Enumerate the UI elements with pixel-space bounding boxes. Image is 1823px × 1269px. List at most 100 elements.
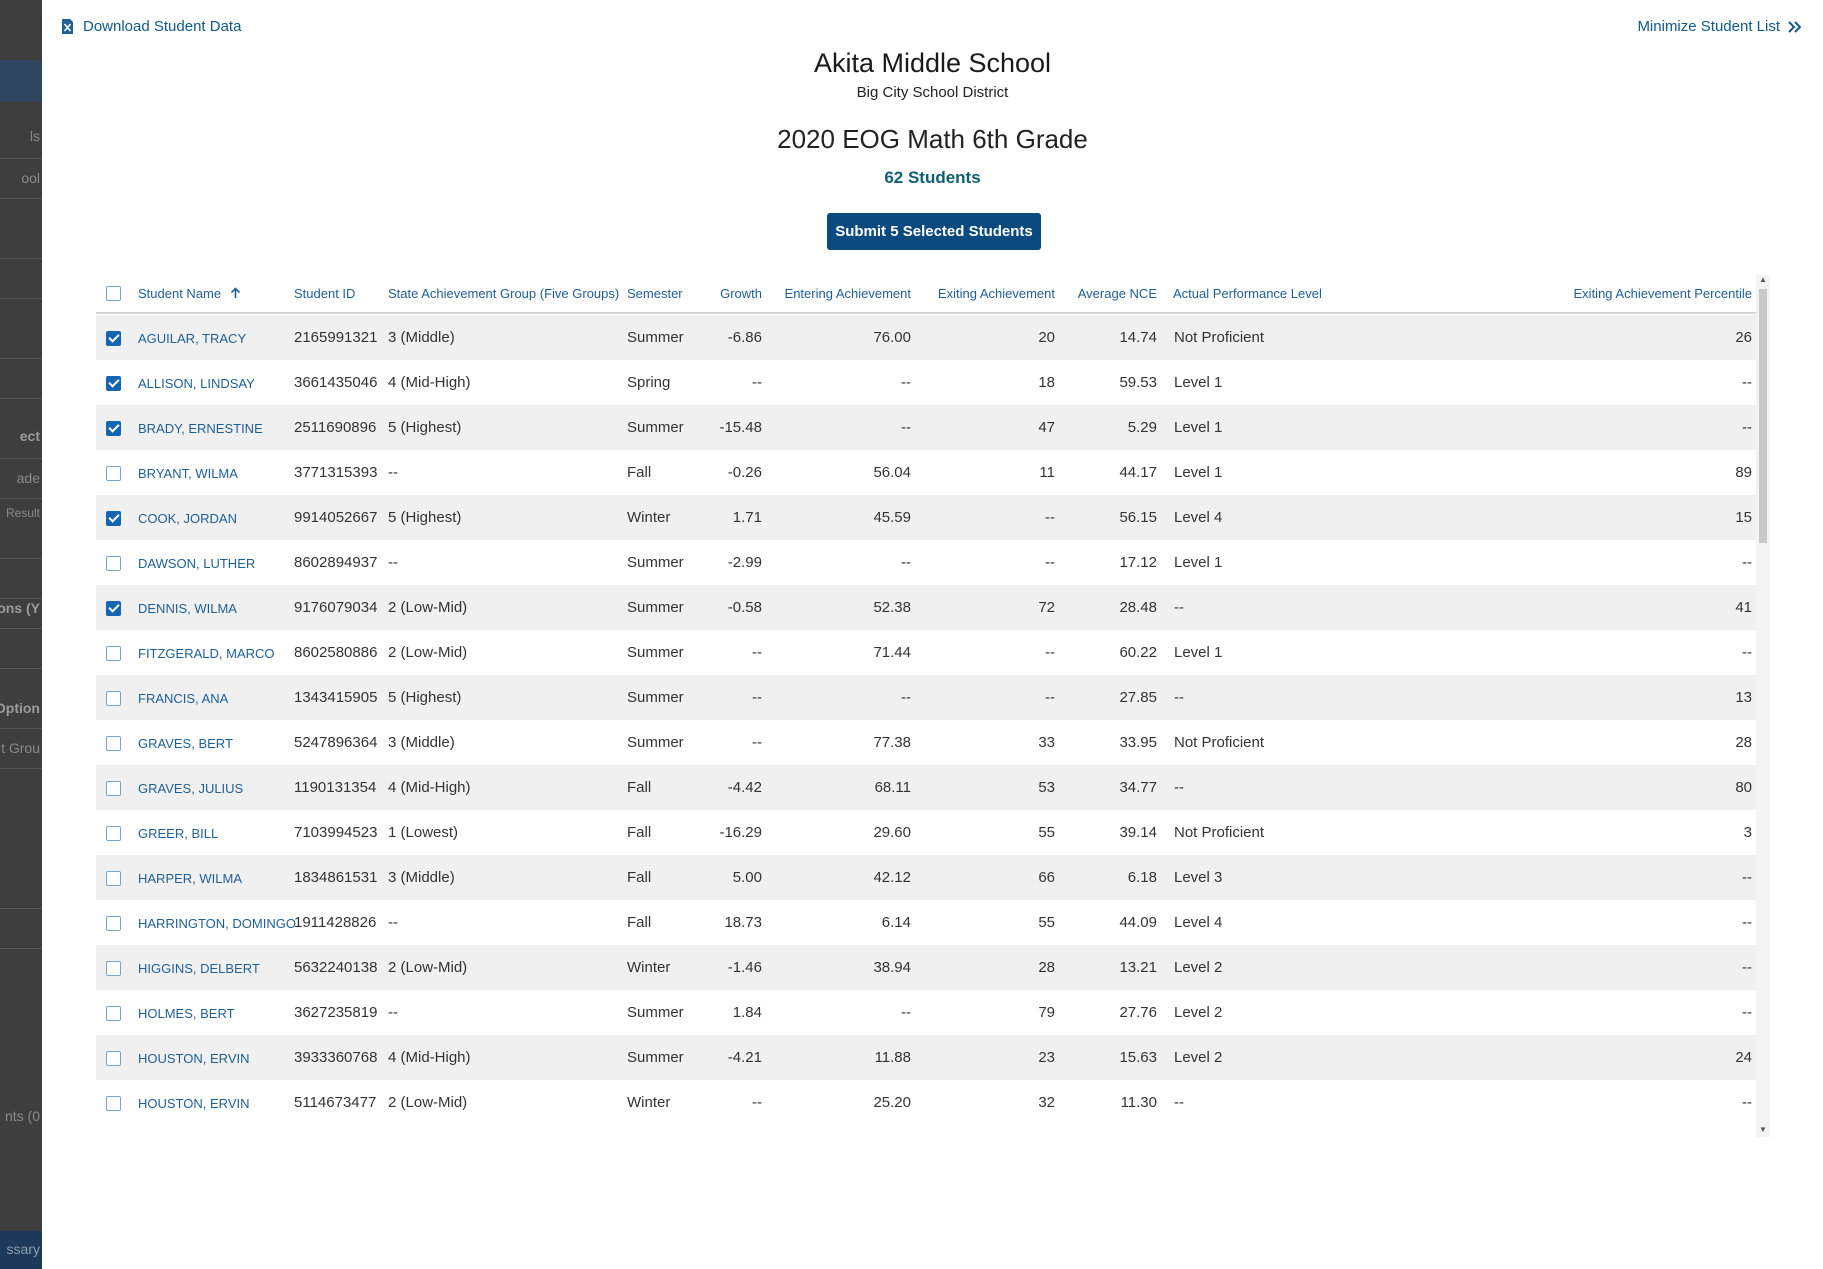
student-id-cell: 3771315393 [294,464,378,481]
scroll-up-arrow-icon[interactable]: ▲ [1759,275,1767,284]
row-select-checkbox[interactable] [106,511,121,526]
row-select-checkbox[interactable] [106,466,121,481]
row-select-checkbox[interactable] [106,736,121,751]
column-header-average-nce[interactable]: Average NCE [1078,286,1157,301]
student-name-link[interactable]: HOUSTON, ERVIN [138,1051,249,1066]
performance-level-cell: Level 4 [1174,509,1223,526]
row-select-checkbox[interactable] [106,871,121,886]
sidebar-footer: ssary [0,1231,42,1269]
student-name-link[interactable]: DAWSON, LUTHER [138,556,255,571]
column-header-entering-achievement[interactable]: Entering Achievement [785,286,911,301]
scrollbar-thumb[interactable] [1759,289,1767,543]
student-name-link[interactable]: GRAVES, JULIUS [138,781,243,796]
column-header-semester[interactable]: Semester [627,286,683,301]
student-name-link[interactable]: FITZGERALD, MARCO [138,646,275,661]
student-name-link[interactable]: BRADY, ERNESTINE [138,421,263,436]
exiting-achievement-cell: 32 [1038,1094,1055,1111]
table-row: COOK, JORDAN 9914052667 5 (Highest) Winter 1… [96,495,1762,540]
percentile-cell: -- [1742,644,1752,661]
column-header-percentile[interactable]: Exiting Achievement Percentile [1574,286,1752,301]
row-select-checkbox[interactable] [106,646,121,661]
row-select-checkbox[interactable] [106,1051,121,1066]
achievement-group-cell: 1 (Lowest) [388,824,459,841]
performance-level-cell: Level 4 [1174,914,1223,931]
column-header-student-id[interactable]: Student ID [294,286,355,301]
row-select-checkbox[interactable] [106,1096,121,1111]
entering-achievement-cell: -- [901,374,911,391]
student-name-link[interactable]: HOUSTON, ERVIN [138,1096,249,1111]
student-id-cell: 1343415905 [294,689,378,706]
row-select-checkbox[interactable] [106,556,121,571]
average-nce-cell: 39.14 [1119,824,1157,841]
achievement-group-cell: 3 (Middle) [388,734,455,751]
column-header-performance-level[interactable]: Actual Performance Level [1173,286,1322,301]
exiting-achievement-cell: 47 [1038,419,1055,436]
student-name-link[interactable]: GRAVES, BERT [138,736,233,751]
row-select-checkbox[interactable] [106,376,121,391]
student-name-link[interactable]: FRANCIS, ANA [138,691,228,706]
student-name-link[interactable]: COOK, JORDAN [138,511,237,526]
row-select-checkbox[interactable] [106,421,121,436]
percentile-cell: 26 [1735,329,1752,346]
performance-level-cell: Not Proficient [1174,824,1265,841]
student-name-link[interactable]: HIGGINS, DELBERT [138,961,260,976]
semester-cell: Winter [627,1094,671,1111]
achievement-group-cell: 2 (Low-Mid) [388,599,468,616]
student-name-link[interactable]: HARPER, WILMA [138,871,242,886]
assessment-title: 2020 EOG Math 6th Grade [777,124,1088,154]
student-name-link[interactable]: DENNIS, WILMA [138,601,237,616]
row-select-checkbox[interactable] [106,781,121,796]
table-scrollbar[interactable]: ▲ ▼ [1756,275,1770,1137]
sidebar-fragment: t Grou [1,740,40,756]
column-header-exiting-achievement[interactable]: Exiting Achievement [938,286,1055,301]
achievement-group-cell: 2 (Low-Mid) [388,959,468,976]
entering-achievement-cell: 6.14 [881,914,911,931]
student-name-link[interactable]: BRYANT, WILMA [138,466,238,481]
student-name-link[interactable]: ALLISON, LINDSAY [138,376,255,391]
average-nce-cell: 56.15 [1119,509,1157,526]
row-select-checkbox[interactable] [106,601,121,616]
student-name-link[interactable]: AGUILAR, TRACY [138,331,246,346]
average-nce-cell: 60.22 [1119,644,1157,661]
minimize-student-list-link[interactable]: Minimize Student List [1637,18,1801,35]
table-row: GRAVES, BERT 5247896364 3 (Middle) Summer --… [96,720,1762,765]
row-select-checkbox[interactable] [106,331,121,346]
growth-cell: -1.46 [727,959,762,976]
minimize-label: Minimize Student List [1637,18,1780,35]
column-header-student-name[interactable]: Student Name [138,286,241,301]
scroll-down-arrow-icon[interactable]: ▼ [1759,1125,1767,1134]
entering-achievement-cell: -- [901,689,911,706]
row-select-checkbox[interactable] [106,1006,121,1021]
row-select-checkbox[interactable] [106,916,121,931]
column-header-achievement-group[interactable]: State Achievement Group (Five Groups) [388,286,619,301]
student-id-cell: 3627235819 [294,1004,378,1021]
semester-cell: Summer [627,599,684,616]
student-id-cell: 5114673477 [294,1094,377,1111]
entering-achievement-cell: 45.59 [873,509,911,526]
achievement-group-cell: 5 (Highest) [388,509,462,526]
student-name-link[interactable]: HARRINGTON, DOMINGO [138,916,296,931]
performance-level-cell: Level 2 [1174,959,1223,976]
exiting-achievement-cell: 20 [1038,329,1055,346]
percentile-cell: -- [1742,554,1752,571]
submit-selected-students-button[interactable]: Submit 5 Selected Students [827,213,1041,250]
exiting-achievement-cell: 72 [1038,599,1055,616]
exiting-achievement-cell: 53 [1038,779,1055,796]
exiting-achievement-cell: -- [1045,644,1055,661]
row-select-checkbox[interactable] [106,826,121,841]
student-id-cell: 8602580886 [294,644,378,661]
select-all-checkbox[interactable] [106,286,121,301]
growth-cell: -- [752,1094,762,1111]
semester-cell: Summer [627,644,684,661]
row-select-checkbox[interactable] [106,961,121,976]
student-name-link[interactable]: HOLMES, BERT [138,1006,235,1021]
row-select-checkbox[interactable] [106,691,121,706]
download-student-data-link[interactable]: Download Student Data [62,18,241,35]
achievement-group-cell: 3 (Middle) [388,329,455,346]
percentile-cell: 13 [1735,689,1752,706]
column-header-growth[interactable]: Growth [720,286,762,301]
exiting-achievement-cell: 11 [1039,464,1055,481]
student-name-link[interactable]: GREER, BILL [138,826,218,841]
table-row: HOUSTON, ERVIN 5114673477 2 (Low-Mid) Winte… [96,1080,1762,1125]
performance-level-cell: -- [1174,689,1184,706]
